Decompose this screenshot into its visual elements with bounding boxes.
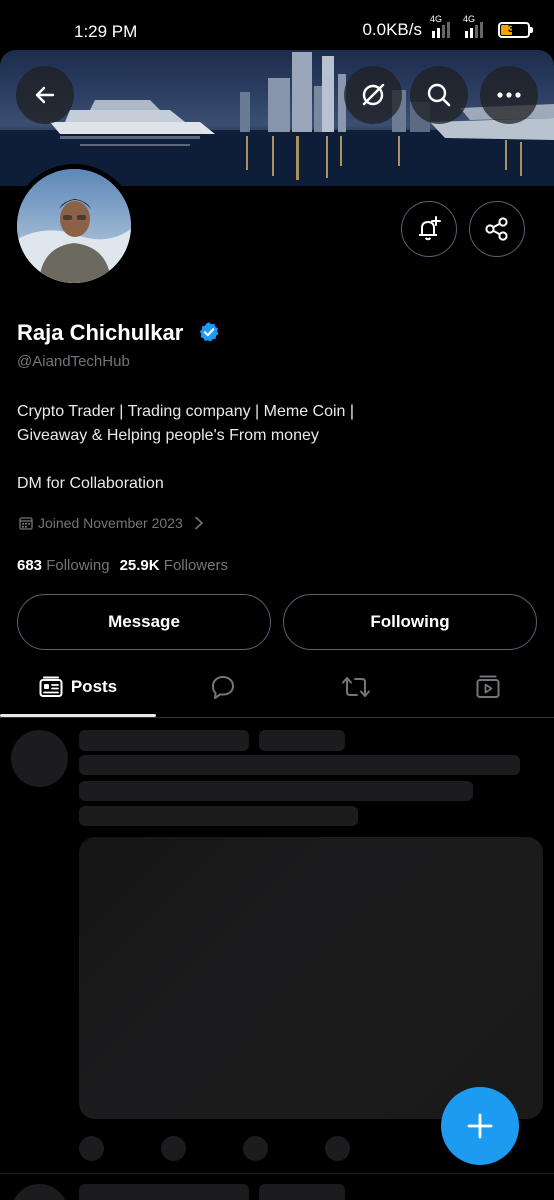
following-link[interactable]: 683 Following [17, 557, 110, 574]
followers-stat-label: Followers [163, 557, 228, 574]
skeleton-action [243, 1136, 268, 1161]
more-horizontal-icon [497, 92, 521, 98]
skeleton-line [259, 730, 345, 751]
tab-posts-label: Posts [70, 677, 118, 696]
network-speed: 0.0KB/s [362, 20, 422, 39]
tab-media[interactable] [422, 658, 554, 716]
compose-post-button[interactable] [441, 1087, 519, 1165]
bio-line: DM for Collaboration [17, 475, 164, 492]
verified-badge-icon[interactable] [198, 321, 220, 343]
skeleton-line [79, 781, 473, 801]
followers-count: 25.9K [119, 557, 160, 574]
tab-reposts[interactable] [289, 658, 422, 716]
skeleton-line [79, 1184, 249, 1200]
share-icon [485, 217, 508, 241]
skeleton-action [161, 1136, 186, 1161]
back-button[interactable] [16, 66, 74, 124]
skeleton-media [79, 837, 543, 1119]
bio-line: Giveaway & Helping people's From money [17, 427, 319, 444]
search-button[interactable] [410, 66, 468, 124]
follow-stats: 683 Following 25.9K Followers [17, 557, 228, 574]
feed-divider [0, 1173, 554, 1174]
avatar[interactable] [12, 164, 136, 288]
skeleton-avatar [11, 730, 68, 787]
notifications-button[interactable] [401, 201, 457, 257]
display-name: Raja Chichulkar [17, 320, 184, 345]
battery-level: 35 [507, 23, 521, 35]
following-button[interactable]: Following [283, 594, 537, 650]
following-stat-label: Following [46, 557, 110, 574]
followers-link[interactable]: 25.9K Followers [120, 557, 228, 574]
skeleton-action [79, 1136, 104, 1161]
repost-icon [341, 677, 370, 697]
skeleton-avatar [11, 1184, 68, 1200]
skeleton-line [79, 730, 249, 751]
skeleton-action [325, 1136, 350, 1161]
share-button[interactable] [469, 201, 525, 257]
active-tab-indicator [0, 714, 156, 717]
skeleton-line [79, 755, 520, 775]
bell-plus-icon [419, 216, 441, 241]
search-icon [427, 83, 451, 107]
joined-text: Joined November 2023 [38, 515, 183, 531]
message-button[interactable]: Message [17, 594, 271, 650]
reply-icon [211, 676, 234, 699]
status-time: 1:29 PM [74, 22, 138, 41]
profile-tabs: Posts [0, 658, 554, 718]
network-type-2: 4G [463, 14, 476, 24]
skeleton-line [259, 1184, 345, 1200]
handle: @AiandTechHub [17, 353, 130, 370]
calendar-icon [19, 517, 33, 530]
joined-date[interactable]: Joined November 2023 [19, 515, 206, 531]
skeleton-line [79, 806, 358, 826]
avatar-photo [17, 169, 131, 283]
network-type-1: 4G [430, 14, 443, 24]
battery-icon: 35 [498, 22, 533, 38]
bio-line: Crypto Trader | Trading company | Meme C… [17, 403, 355, 420]
status-bar: 1:29 PM 0.0KB/s 4G 4G 35 [0, 0, 554, 50]
tab-posts[interactable]: Posts [0, 658, 156, 716]
signal-icon: 4G [430, 14, 455, 38]
bio: Crypto Trader | Trading company | Meme C… [17, 400, 537, 496]
more-button[interactable] [480, 66, 538, 124]
posts-icon [39, 676, 63, 697]
plus-icon [467, 1113, 493, 1139]
following-count: 683 [17, 557, 43, 574]
status-indicators: 0.0KB/s 4G 4G 35 [362, 14, 533, 40]
arrow-left-icon [35, 86, 55, 104]
media-icon [476, 675, 500, 698]
grok-icon [362, 83, 385, 106]
chevron-right-icon [194, 516, 203, 530]
tab-replies[interactable] [156, 658, 289, 716]
grok-button[interactable] [344, 66, 402, 124]
signal-icon-2: 4G [463, 14, 488, 38]
